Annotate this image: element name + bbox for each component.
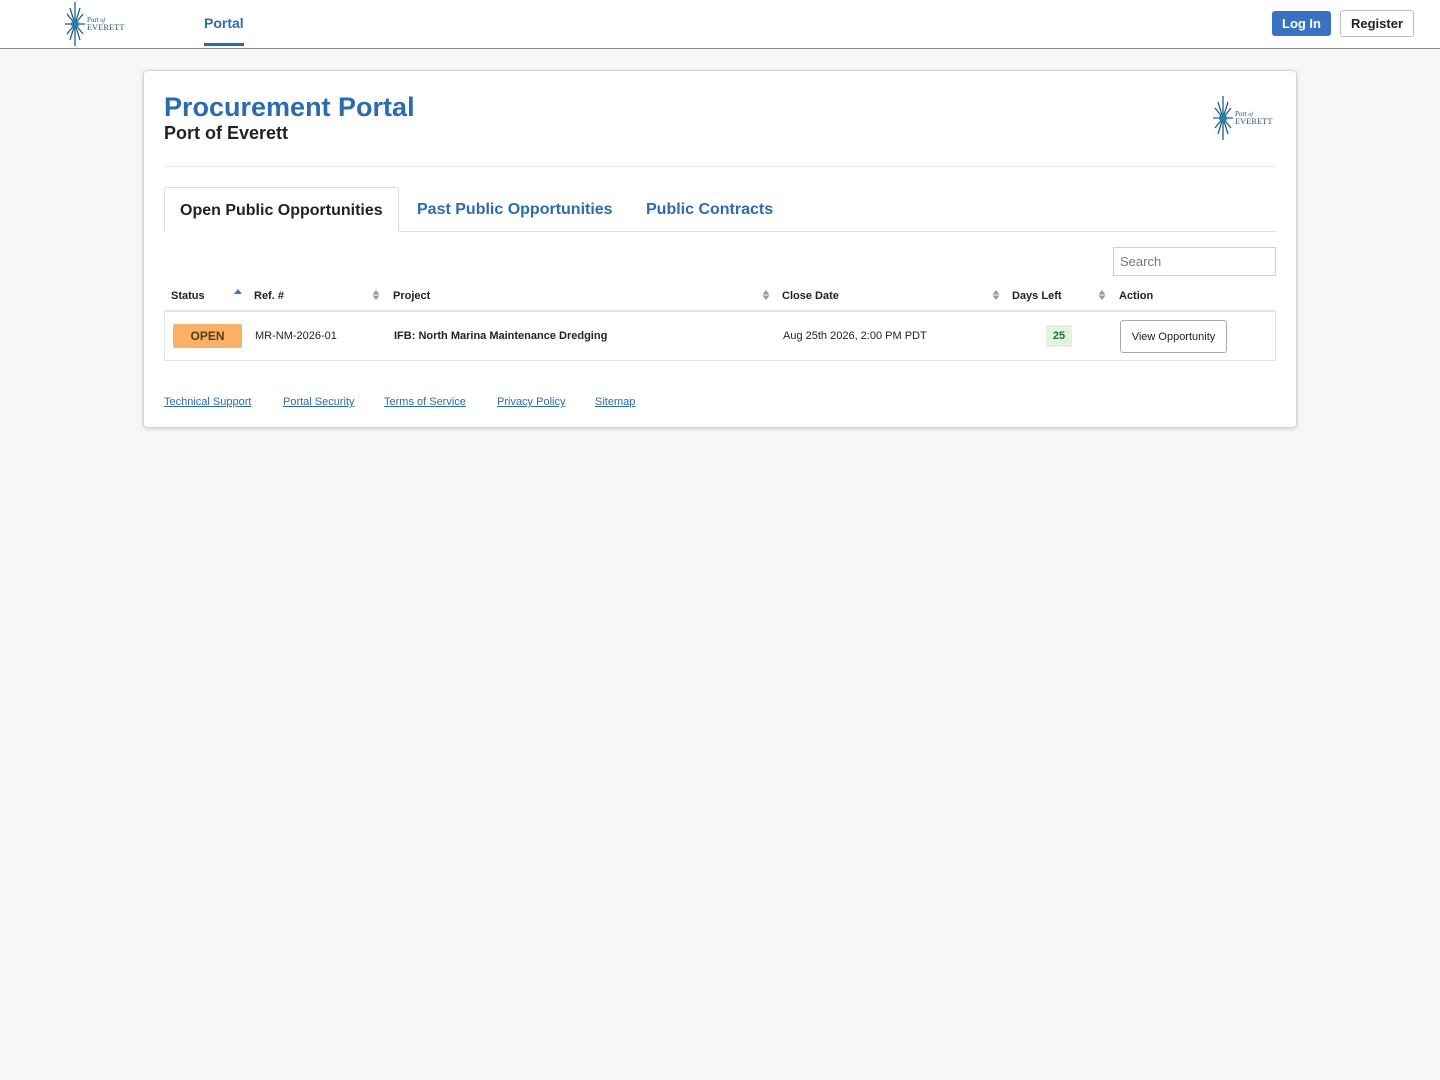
column-header-ref[interactable]: Ref. #	[254, 289, 284, 303]
procurement-card: Procurement Portal Port of Everett Port …	[143, 70, 1297, 428]
logo-wordmark: Port of EVERETT	[1235, 109, 1273, 126]
login-button[interactable]: Log In	[1272, 11, 1331, 36]
days-left-badge: 25	[1046, 325, 1072, 347]
sort-ascending-icon[interactable]	[234, 287, 242, 303]
search-input[interactable]	[1113, 247, 1276, 276]
column-header-status[interactable]: Status	[171, 289, 205, 303]
footer-link-portal-security[interactable]: Portal Security	[283, 395, 355, 409]
footer-link-privacy-policy[interactable]: Privacy Policy	[497, 395, 565, 409]
table-row: OPEN MR-NM-2026-01 IFB: North Marina Mai…	[164, 312, 1276, 361]
footer-link-terms-of-service[interactable]: Terms of Service	[384, 395, 466, 409]
page-subtitle: Port of Everett	[164, 123, 289, 143]
sort-icon[interactable]	[992, 287, 1000, 303]
header-divider	[164, 166, 1276, 167]
sort-icon[interactable]	[372, 287, 380, 303]
tab-open-public-opportunities[interactable]: Open Public Opportunities	[164, 187, 399, 232]
ref-number: MR-NM-2026-01	[255, 330, 337, 342]
port-of-everett-logo[interactable]: Port of EVERETT	[64, 0, 125, 48]
project-name: IFB: North Marina Maintenance Dredging	[394, 330, 608, 342]
page-title: Procurement Portal	[164, 92, 415, 122]
column-header-action: Action	[1119, 290, 1154, 302]
register-button[interactable]: Register	[1340, 10, 1414, 37]
column-header-days-left[interactable]: Days Left	[1012, 289, 1062, 303]
sort-icon[interactable]	[1098, 287, 1106, 303]
close-date: Aug 25th 2026, 2:00 PM PDT	[783, 330, 927, 342]
footer-link-technical-support[interactable]: Technical Support	[164, 395, 251, 409]
footer-link-sitemap[interactable]: Sitemap	[595, 395, 635, 409]
card-logo: Port of EVERETT	[1212, 94, 1273, 142]
column-header-close-date[interactable]: Close Date	[782, 289, 839, 303]
star-burst-logo-icon	[65, 2, 85, 46]
tab-public-contracts[interactable]: Public Contracts	[646, 187, 773, 232]
status-badge: OPEN	[173, 324, 242, 348]
tab-past-public-opportunities[interactable]: Past Public Opportunities	[417, 187, 613, 232]
nav-tab-portal[interactable]: Portal	[204, 15, 244, 46]
logo-wordmark: Port of EVERETT	[87, 15, 125, 32]
top-nav-bar: Port of EVERETT Portal Log In Register	[0, 0, 1440, 49]
sort-icon[interactable]	[762, 287, 770, 303]
star-burst-logo-icon	[1213, 96, 1233, 140]
view-opportunity-button[interactable]: View Opportunity	[1120, 320, 1227, 353]
column-header-project[interactable]: Project	[393, 289, 430, 303]
